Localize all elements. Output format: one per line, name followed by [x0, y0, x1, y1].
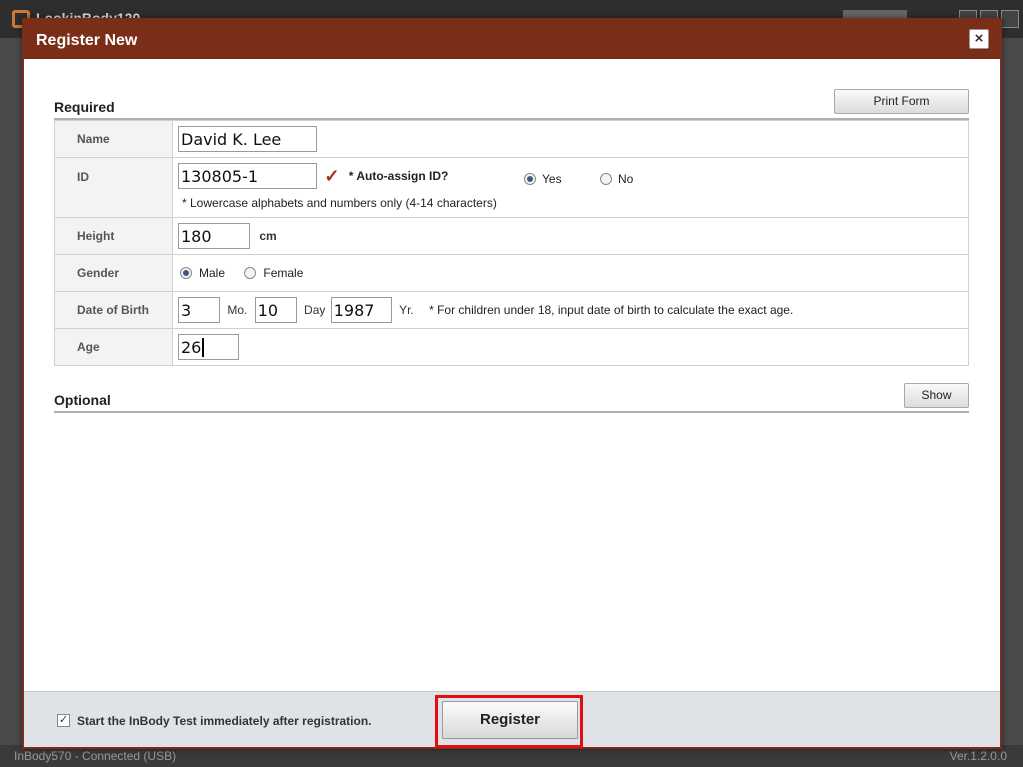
id-input[interactable]: 130805-1 [178, 163, 317, 189]
gender-row: Gender Male Female [54, 254, 969, 292]
male-radio-icon[interactable] [180, 267, 192, 280]
auto-assign-yes[interactable]: Yes [524, 171, 562, 186]
app-close-icon[interactable] [1001, 10, 1019, 28]
dob-cell: 3 Mo. 10 Day 1987 Yr. * For children und… [172, 291, 969, 329]
required-section-title: Required [54, 99, 115, 115]
register-new-dialog: Register New × Required Print Form Name … [22, 18, 1002, 749]
day-unit: Day [304, 303, 326, 317]
connection-status: InBody570 - Connected (USB) [14, 749, 177, 763]
id-row: ID 130805-1 ✓ * Auto-assign ID? Yes No *… [54, 157, 969, 218]
female-radio-icon[interactable] [244, 267, 257, 280]
show-optional-button[interactable]: Show [904, 383, 969, 408]
checkbox-check-icon: ✓ [58, 714, 69, 726]
year-unit: Yr. [399, 303, 414, 317]
no-radio-label: No [618, 171, 634, 186]
optional-divider [54, 411, 969, 413]
auto-assign-label: * Auto-assign ID? [348, 169, 449, 183]
age-row: Age 26 [54, 328, 969, 366]
dob-label: Date of Birth [54, 291, 173, 329]
print-form-button[interactable]: Print Form [834, 89, 969, 114]
age-value: 26 [181, 338, 202, 357]
close-icon[interactable]: × [969, 29, 989, 49]
yes-radio-icon[interactable] [524, 172, 536, 185]
required-form-table: Name David K. Lee ID 130805-1 ✓ * Auto-a… [54, 120, 969, 366]
dob-day-input[interactable]: 10 [254, 297, 297, 323]
register-button[interactable]: Register [442, 701, 578, 739]
height-unit: cm [259, 229, 277, 243]
dialog-footer: ✓ Start the InBody Test immediately afte… [24, 691, 1000, 748]
height-cell: 180 cm [172, 217, 969, 255]
name-input[interactable]: David K. Lee [178, 126, 317, 152]
text-cursor [202, 338, 205, 357]
gender-label: Gender [54, 254, 173, 292]
height-label: Height [54, 217, 173, 255]
check-icon: ✓ [324, 165, 340, 186]
name-cell: David K. Lee [172, 120, 969, 158]
optional-section-title: Optional [54, 392, 111, 408]
age-cell: 26 [172, 328, 969, 366]
dialog-header: Register New × [24, 20, 1000, 59]
height-input[interactable]: 180 [178, 223, 250, 249]
name-label: Name [54, 120, 173, 158]
dob-month-input[interactable]: 3 [178, 297, 220, 323]
id-format-note: * Lowercase alphabets and numbers only (… [182, 196, 497, 210]
female-label: Female [263, 266, 304, 281]
age-label: Age [54, 328, 173, 366]
yes-radio-label: Yes [542, 171, 562, 186]
month-unit: Mo. [227, 303, 248, 317]
gender-male-option[interactable]: Male [180, 266, 228, 280]
auto-assign-no[interactable]: No [600, 171, 633, 186]
gender-cell: Male Female [172, 254, 969, 292]
name-row: Name David K. Lee [54, 120, 969, 158]
age-input[interactable]: 26 [178, 334, 239, 360]
height-row: Height 180 cm [54, 217, 969, 255]
gender-female-option[interactable]: Female [244, 266, 303, 280]
id-label: ID [54, 157, 173, 218]
male-label: Male [199, 266, 226, 281]
dialog-title: Register New [36, 32, 138, 49]
dob-year-input[interactable]: 1987 [330, 297, 392, 323]
version-label: Ver.1.2.0.0 [949, 749, 1007, 763]
start-test-checkbox[interactable]: ✓ [57, 714, 70, 727]
no-radio-icon[interactable] [600, 172, 612, 185]
start-test-label: Start the InBody Test immediately after … [77, 714, 372, 728]
dob-row: Date of Birth 3 Mo. 10 Day 1987 Yr. * Fo… [54, 291, 969, 329]
id-cell: 130805-1 ✓ * Auto-assign ID? Yes No * Lo… [172, 157, 969, 218]
dob-note: * For children under 18, input date of b… [429, 303, 794, 317]
